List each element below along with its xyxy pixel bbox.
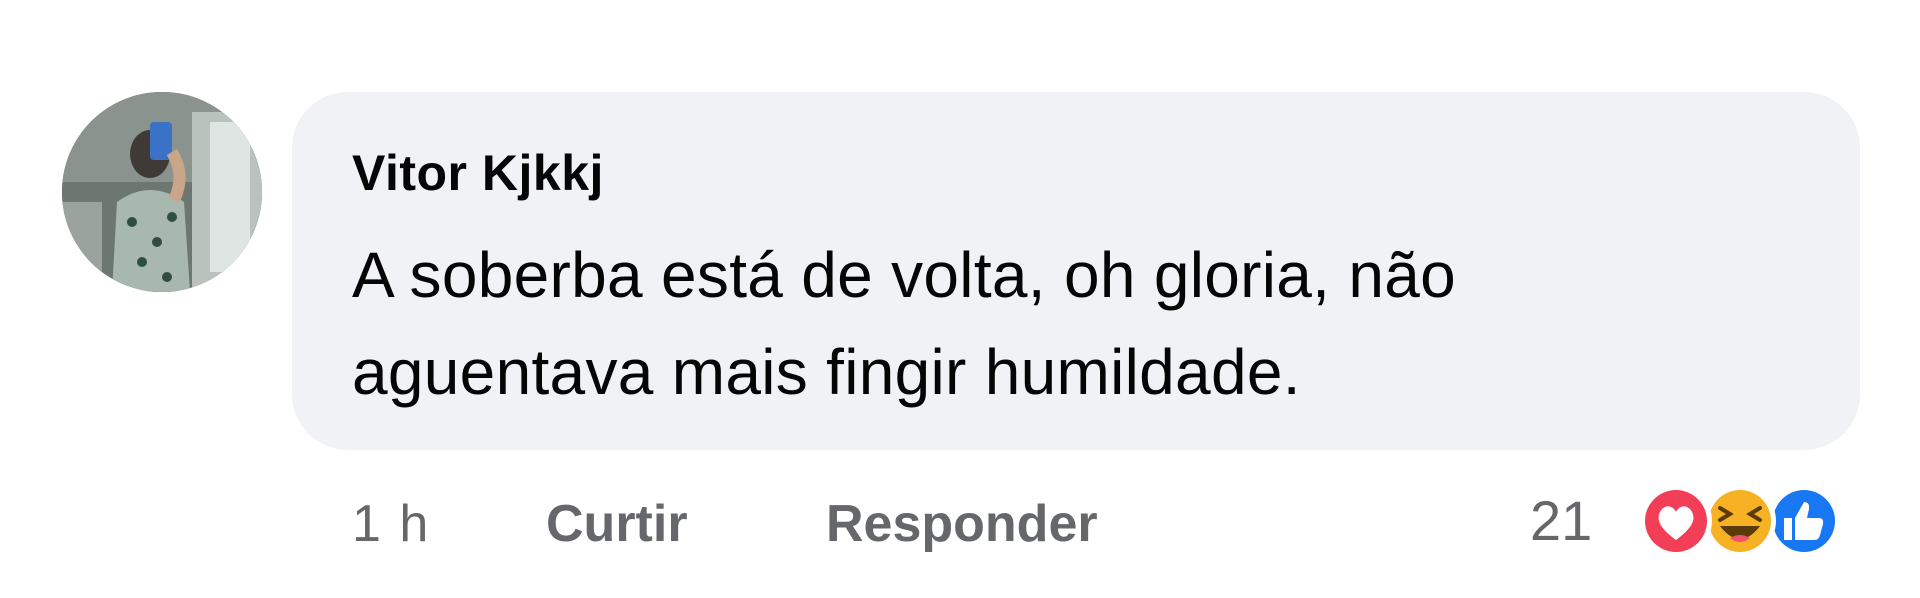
reaction-count[interactable]: 21 [1530,488,1592,553]
like-reaction-icon [1768,485,1840,557]
comment-timestamp[interactable]: 1 h [352,494,430,554]
comment-text-line-2: aguentava mais fingir humildade. [352,336,1301,408]
reaction-summary[interactable] [1622,476,1862,566]
reply-button[interactable]: Responder [826,494,1098,554]
comment-text-line-1: A soberba está de volta, oh gloria, não [352,239,1457,311]
haha-reaction-icon [1704,485,1776,557]
avatar-photo [62,92,262,292]
love-reaction-icon [1640,485,1712,557]
comment-author-name[interactable]: Vitor Kjkkj [352,144,604,202]
like-button[interactable]: Curtir [546,494,688,554]
avatar[interactable] [62,92,262,292]
